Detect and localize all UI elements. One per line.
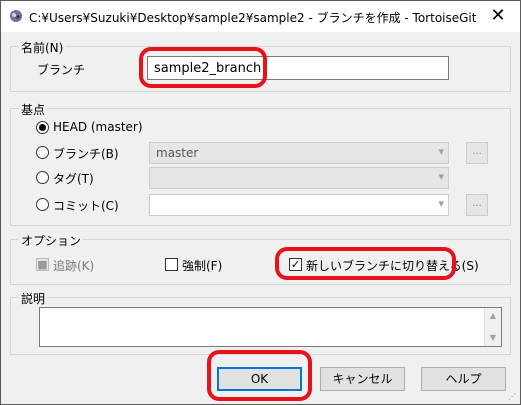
commit-radio[interactable] [36,198,49,211]
tag-combo[interactable]: ▾ [149,167,449,189]
branch-combo-value: master [156,146,199,160]
commit-combo[interactable]: ▾ [149,194,449,216]
chevron-down-icon: ▾ [438,145,444,158]
switch-branch-checkbox-label[interactable]: 新しいブランチに切り替える(S) [306,257,479,274]
tag-radio[interactable] [36,171,49,184]
head-radio-label[interactable]: HEAD (master) [53,120,143,134]
base-group-legend: 基点 [19,101,48,118]
title-bar[interactable]: C:¥Users¥Suzuki¥Desktop¥sample2¥sample2 … [1,1,520,32]
description-group-legend: 説明 [19,290,48,307]
window-title: C:¥Users¥Suzuki¥Desktop¥sample2¥sample2 … [29,11,477,25]
name-group-legend: 名前(N) [19,39,66,56]
base-group: 基点 HEAD (master) ブランチ(B) master ▾ ... タグ… [10,101,511,226]
track-checkbox[interactable]: ■ [36,258,49,271]
help-button[interactable]: ヘルプ [421,367,506,391]
resize-grip-icon[interactable]: ⋰ [508,392,518,402]
description-scrollbar[interactable]: ▲ ▼ [484,308,501,346]
branch-name-label: ブランチ [37,63,86,77]
cancel-button[interactable]: キャンセル [320,367,405,391]
switch-branch-checkbox[interactable]: ✓ [289,258,302,271]
branch-radio[interactable] [36,146,49,159]
branch-browse-button[interactable]: ... [466,142,488,164]
chevron-down-icon: ▾ [438,197,444,210]
commit-browse-button[interactable]: ... [466,194,488,216]
track-checkbox-label[interactable]: 追跡(K) [53,257,94,274]
force-checkbox-label[interactable]: 強制(F) [182,257,222,274]
options-group-legend: オプション [19,232,84,249]
description-group: 説明 ▲ ▼ [10,290,511,355]
tortoisegit-icon [9,9,23,23]
tag-radio-label[interactable]: タグ(T) [53,170,94,187]
name-group: 名前(N) ブランチ sample2_branch [10,39,511,92]
ok-button[interactable]: OK [217,367,302,391]
scroll-down-icon[interactable]: ▼ [485,330,501,346]
options-group: オプション ■ 追跡(K) 強制(F) ✓ 新しいブランチに切り替える(S) [10,232,511,285]
description-textarea[interactable]: ▲ ▼ [39,307,502,347]
branch-combo[interactable]: master ▾ [149,142,449,164]
head-radio[interactable] [36,121,49,134]
branch-radio-label[interactable]: ブランチ(B) [53,145,119,162]
close-button[interactable]: ✕ [476,1,520,32]
force-checkbox[interactable] [165,258,178,271]
chevron-down-icon: ▾ [438,170,444,183]
scroll-up-icon[interactable]: ▲ [485,308,501,324]
commit-radio-label[interactable]: コミット(C) [53,197,119,214]
create-branch-dialog: C:¥Users¥Suzuki¥Desktop¥sample2¥sample2 … [0,0,521,405]
branch-name-input[interactable]: sample2_branch [147,56,449,80]
close-icon: ✕ [490,5,506,26]
